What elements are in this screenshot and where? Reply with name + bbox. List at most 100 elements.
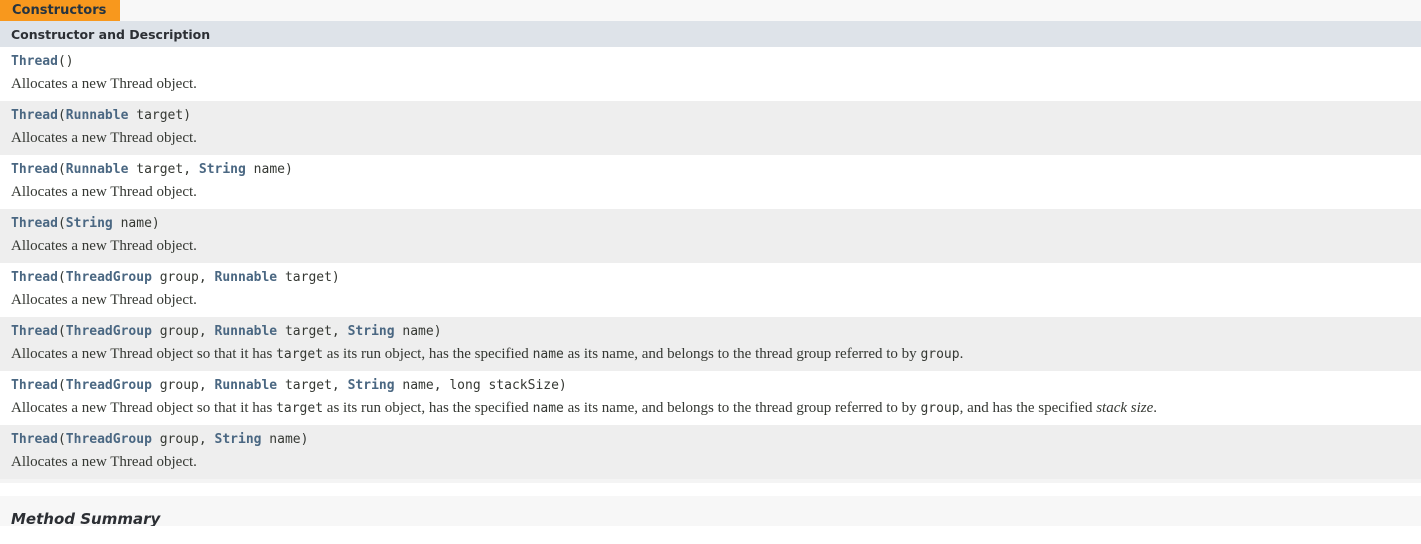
constructor-cell: Thread() Allocates a new Thread object. <box>0 47 1421 101</box>
constructor-link[interactable]: ThreadGroup <box>66 432 152 447</box>
description-text: Allocates a new Thread object. <box>11 76 197 92</box>
constructor-description: Allocates a new Thread object. <box>11 75 1421 94</box>
description-text: Allocates a new Thread object. <box>11 130 197 146</box>
description-text: Allocates a new Thread object. <box>11 238 197 254</box>
signature-text: name, long stackSize) <box>394 378 567 393</box>
description-text: as its name, and belongs to the thread g… <box>563 346 921 362</box>
table-head: Constructor and Description <box>0 21 1421 47</box>
constructor-signature: Thread(ThreadGroup group, Runnable targe… <box>11 323 1421 341</box>
constructor-link[interactable]: Thread <box>11 54 58 69</box>
summary-tab-strip: Constructors <box>0 0 1421 21</box>
constructor-cell: Thread(ThreadGroup group, String name) Al… <box>0 425 1421 479</box>
constructor-link[interactable]: Thread <box>11 432 58 447</box>
constructor-description: Allocates a new Thread object. <box>11 453 1421 472</box>
constructor-signature: Thread(ThreadGroup group, Runnable targe… <box>11 377 1421 395</box>
signature-text: target, <box>277 324 348 339</box>
signature-text: ( <box>57 216 66 231</box>
constructor-link[interactable]: String <box>215 432 262 447</box>
description-text: , and has the specified <box>959 400 1097 416</box>
description-text: Allocates a new Thread object. <box>11 454 197 470</box>
signature-text: name) <box>112 216 160 231</box>
signature-text: target) <box>128 108 192 123</box>
inline-code: target <box>276 347 324 362</box>
signature-text: target) <box>277 270 340 285</box>
signature-text: ( <box>57 432 66 447</box>
emphasis-text: stack size <box>1096 400 1154 416</box>
constructor-link[interactable]: Thread <box>11 216 58 231</box>
constructor-link[interactable]: ThreadGroup <box>66 324 152 339</box>
signature-text: name) <box>261 432 309 447</box>
constructor-description: Allocates a new Thread object. <box>11 291 1421 310</box>
table-row: Thread(Runnable target) Allocates a new T… <box>0 101 1421 155</box>
signature-text: target, <box>277 378 348 393</box>
constructor-signature: Thread(ThreadGroup group, String name) <box>11 431 1421 449</box>
constructor-link[interactable]: ThreadGroup <box>66 270 152 285</box>
constructor-summary-table: Constructor and Description Thread() Allo… <box>0 21 1421 479</box>
table-row: Thread(String name) Allocates a new Threa… <box>0 209 1421 263</box>
description-text: as its run object, has the specified <box>323 400 533 416</box>
table-row: Thread() Allocates a new Thread object. <box>0 47 1421 101</box>
inline-code: group <box>920 401 960 416</box>
signature-text: target, <box>128 162 199 177</box>
constructor-cell: Thread(ThreadGroup group, Runnable targe… <box>0 371 1421 425</box>
constructor-link[interactable]: Runnable <box>66 162 129 177</box>
signature-text: group, <box>151 270 215 285</box>
constructor-description: Allocates a new Thread object so that it… <box>11 399 1421 418</box>
constructor-link[interactable]: Thread <box>11 324 58 339</box>
constructor-signature: Thread() <box>11 53 1421 71</box>
constructor-cell: Thread(ThreadGroup group, Runnable targe… <box>0 317 1421 371</box>
constructor-description: Allocates a new Thread object. <box>11 129 1421 148</box>
constructor-description: Allocates a new Thread object. <box>11 183 1421 202</box>
description-text: as its name, and belongs to the thread g… <box>563 400 921 416</box>
constructor-cell: Thread(ThreadGroup group, Runnable targe… <box>0 263 1421 317</box>
table-row: Thread(ThreadGroup group, String name) Al… <box>0 425 1421 479</box>
description-text: Allocates a new Thread object so that it… <box>11 400 277 416</box>
description-text: . <box>1153 400 1158 416</box>
description-text: Allocates a new Thread object. <box>11 184 197 200</box>
inline-code: name <box>532 347 564 362</box>
constructor-cell: Thread(Runnable target, String name) Allo… <box>0 155 1421 209</box>
constructor-link[interactable]: String <box>66 216 113 231</box>
signature-text: ( <box>57 378 66 393</box>
constructor-link[interactable]: Thread <box>11 162 58 177</box>
inline-code: target <box>276 401 324 416</box>
signature-text: group, <box>151 432 215 447</box>
signature-text: group, <box>151 378 215 393</box>
signature-text: ( <box>57 324 66 339</box>
constructor-signature: Thread(String name) <box>11 215 1421 233</box>
signature-text: () <box>57 54 74 69</box>
column-header-constructor-and-description: Constructor and Description <box>0 21 1421 47</box>
tab-constructors[interactable]: Constructors <box>0 0 121 21</box>
constructor-link[interactable]: String <box>348 324 395 339</box>
constructor-link[interactable]: Runnable <box>66 108 129 123</box>
inline-code: name <box>532 401 564 416</box>
constructor-signature: Thread(Runnable target) <box>11 107 1421 125</box>
constructor-link[interactable]: Runnable <box>215 378 278 393</box>
constructor-link[interactable]: ThreadGroup <box>66 378 152 393</box>
constructor-link[interactable]: Runnable <box>215 270 278 285</box>
constructor-link[interactable]: Thread <box>11 378 58 393</box>
method-summary-section: Method Summary <box>0 496 1421 526</box>
constructor-cell: Thread(String name) Allocates a new Threa… <box>0 209 1421 263</box>
constructor-link[interactable]: String <box>348 378 395 393</box>
signature-text: ( <box>57 162 66 177</box>
constructor-signature: Thread(Runnable target, String name) <box>11 161 1421 179</box>
description-text: Allocates a new Thread object. <box>11 292 197 308</box>
constructor-link[interactable]: Runnable <box>215 324 278 339</box>
table-row: Thread(ThreadGroup group, Runnable targe… <box>0 317 1421 371</box>
table-row: Thread(Runnable target, String name) Allo… <box>0 155 1421 209</box>
constructor-description: Allocates a new Thread object. <box>11 237 1421 256</box>
constructor-link[interactable]: Thread <box>11 108 58 123</box>
table-header-row: Constructor and Description <box>0 21 1421 47</box>
constructor-link[interactable]: String <box>199 162 246 177</box>
table-body: Thread() Allocates a new Thread object. Th… <box>0 47 1421 479</box>
description-text: Allocates a new Thread object so that it… <box>11 346 277 362</box>
signature-text: ( <box>57 108 66 123</box>
signature-text: ( <box>57 270 66 285</box>
constructor-signature: Thread(ThreadGroup group, Runnable targe… <box>11 269 1421 287</box>
table-row: Thread(ThreadGroup group, Runnable targe… <box>0 371 1421 425</box>
constructor-link[interactable]: Thread <box>11 270 58 285</box>
constructor-description: Allocates a new Thread object so that it… <box>11 345 1421 364</box>
method-summary-title: Method Summary <box>11 510 161 526</box>
section-gap <box>0 483 1421 496</box>
